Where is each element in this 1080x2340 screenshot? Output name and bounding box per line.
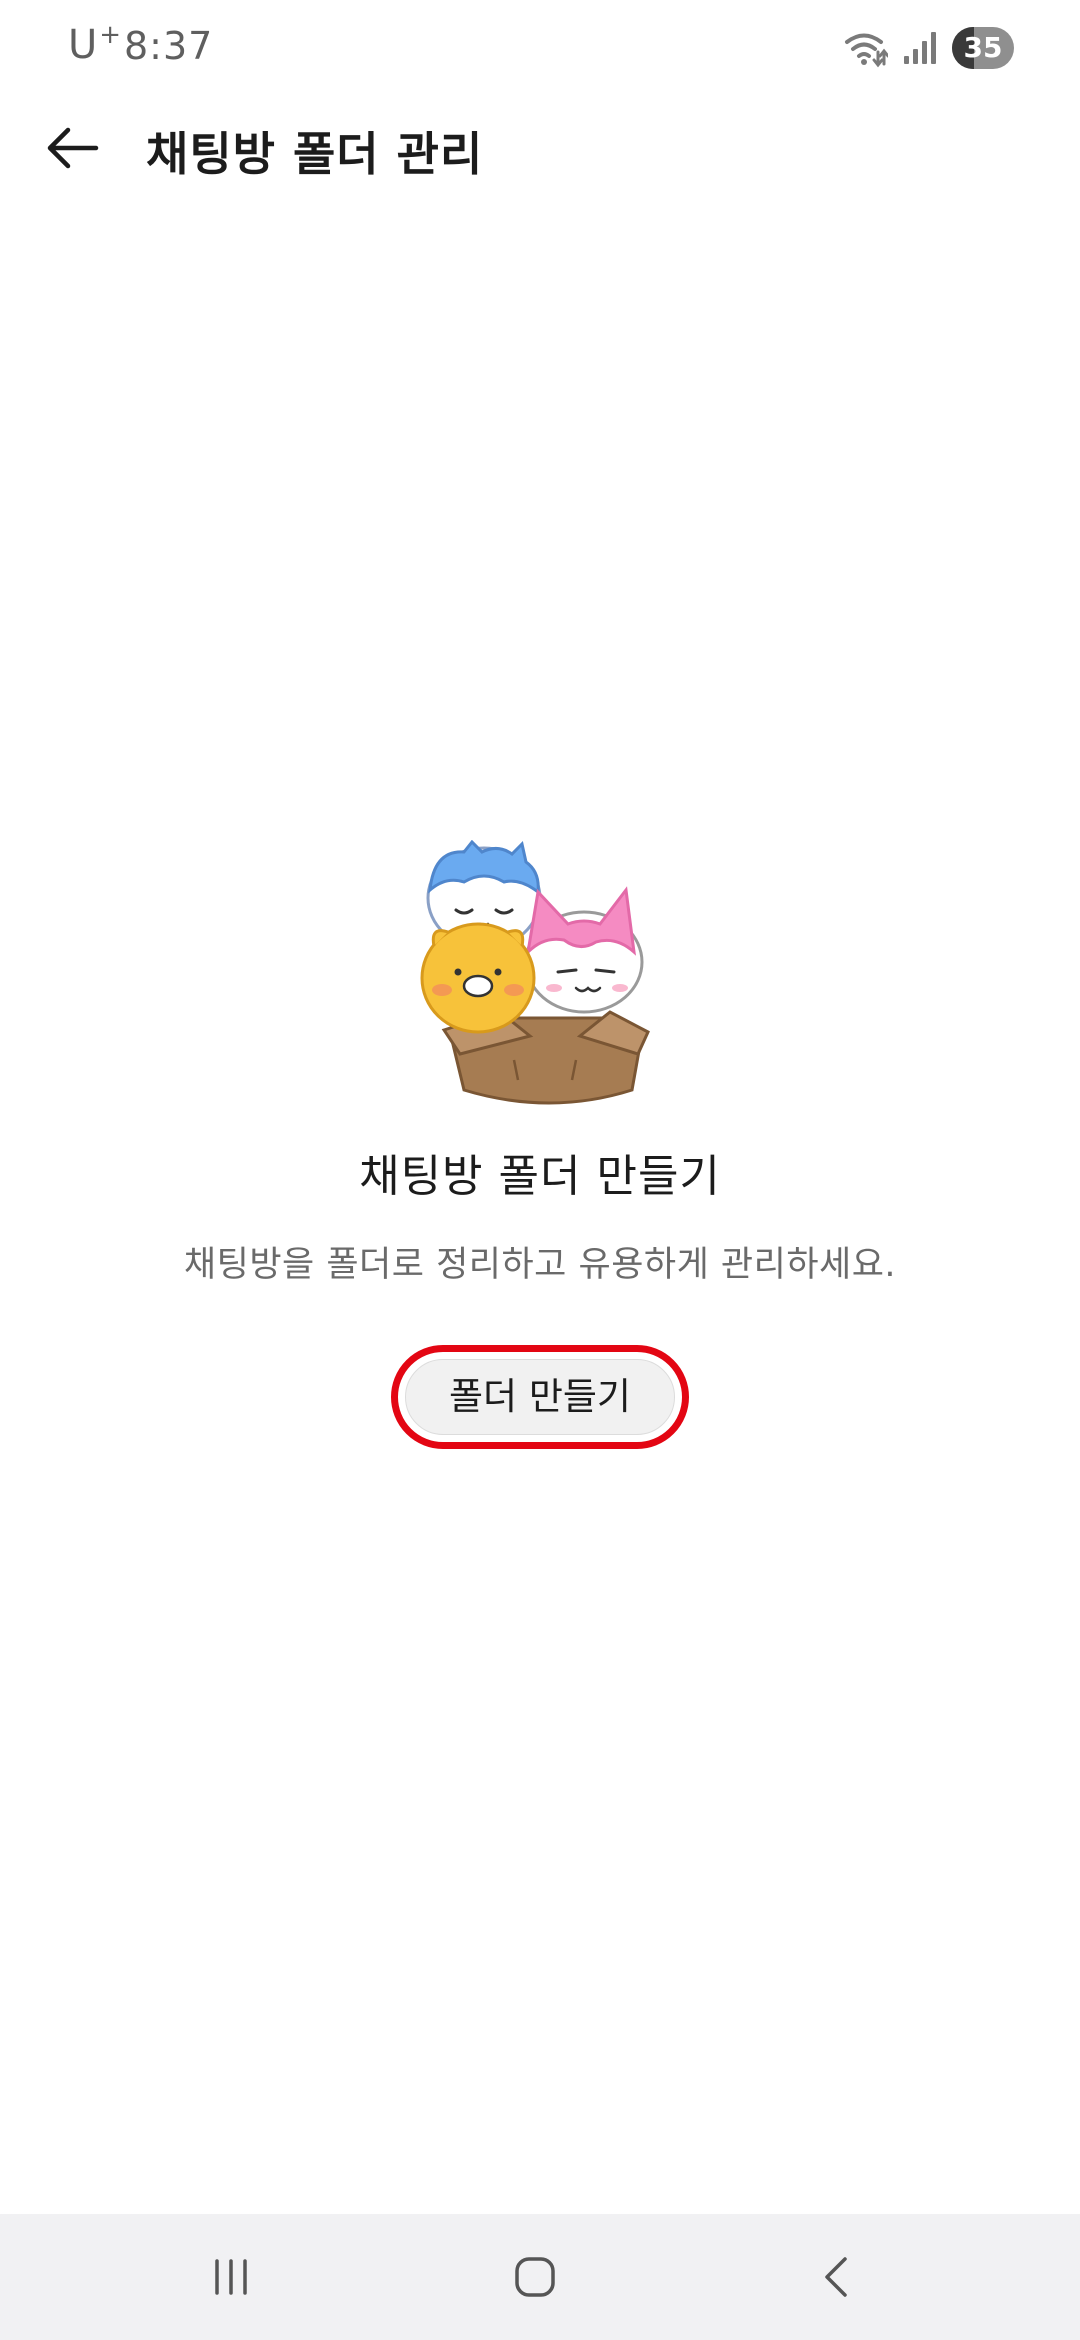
signal-icon (904, 32, 936, 64)
home-button[interactable] (490, 2242, 580, 2312)
empty-state-description: 채팅방을 폴더로 정리하고 유용하게 관리하세요. (183, 1245, 897, 1285)
page-title: 채팅방 폴더 관리 (146, 127, 484, 181)
carrier-label: U + (68, 20, 122, 68)
arrow-left-icon (47, 127, 99, 169)
app-bar: 채팅방 폴더 관리 (0, 96, 1080, 200)
nav-back-button[interactable] (792, 2242, 882, 2312)
battery-level: 35 (963, 31, 1003, 64)
status-icons: 35 (844, 26, 1014, 70)
battery-icon: 35 (952, 27, 1014, 69)
empty-state-title: 채팅방 폴더 만들기 (359, 1151, 721, 1202)
create-folder-button[interactable]: 폴더 만들기 (405, 1359, 675, 1435)
recents-icon (215, 2259, 247, 2295)
back-button[interactable] (34, 114, 110, 182)
characters-in-box-illustration (420, 840, 650, 1105)
status-bar: U + 8:37 35 (0, 0, 1080, 96)
wifi-icon (845, 33, 888, 68)
carrier-name: U (68, 22, 98, 68)
home-icon (515, 2257, 555, 2297)
screen: U + 8:37 35 채팅방 폴더 관리 채팅방 폴더 만들기 채팅방을 폴더… (0, 0, 1080, 2340)
carrier-plus: + (99, 20, 122, 50)
back-icon (825, 2257, 847, 2297)
create-folder-button-wrap: 폴더 만들기 (391, 1345, 689, 1449)
recents-button[interactable] (186, 2242, 276, 2312)
status-time: 8:37 (124, 24, 214, 68)
navigation-bar (0, 2214, 1080, 2340)
empty-state: 채팅방 폴더 만들기 채팅방을 폴더로 정리하고 유용하게 관리하세요. 폴더 … (0, 840, 1080, 1449)
